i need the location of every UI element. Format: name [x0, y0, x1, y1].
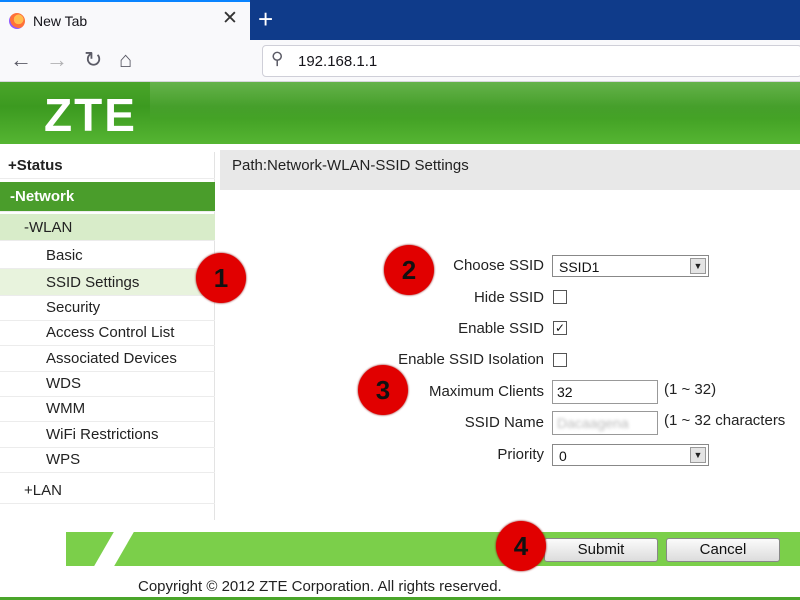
- hide-ssid-checkbox[interactable]: [553, 290, 567, 304]
- annotation-badge-4: 4: [496, 521, 546, 571]
- sidebar-item-associated-devices[interactable]: Associated Devices: [0, 345, 215, 372]
- choose-ssid-value: SSID1: [559, 259, 600, 275]
- search-icon: ⚲: [271, 49, 284, 68]
- browser-nav-bar: ← → ↻ ⌂ ⚲ 192.168.1.1: [0, 40, 800, 82]
- sidebar-item-network[interactable]: -Network: [0, 182, 215, 212]
- sidebar-item-security[interactable]: Security: [0, 294, 215, 321]
- sidebar-item-wmm[interactable]: WMM: [0, 395, 215, 422]
- priority-select[interactable]: 0 ▼: [552, 444, 709, 466]
- new-tab-icon[interactable]: +: [258, 4, 273, 34]
- max-clients-input[interactable]: 32: [552, 380, 658, 404]
- hide-ssid-label: Hide SSID: [473, 289, 544, 306]
- path-text: Path:Network-WLAN-SSID Settings: [232, 157, 469, 174]
- ssid-isolation-checkbox[interactable]: [553, 353, 567, 367]
- sidebar: +Status -Network -WLAN Basic SSID Settin…: [0, 152, 215, 520]
- annotation-badge-3: 3: [358, 365, 408, 415]
- close-tab-icon[interactable]: ✕: [222, 9, 238, 29]
- sidebar-item-ssid-settings[interactable]: SSID Settings: [0, 269, 215, 296]
- enable-ssid-checkbox[interactable]: ✓: [553, 321, 567, 335]
- footer-decoration: [94, 532, 134, 566]
- priority-label: Priority: [497, 446, 544, 463]
- cancel-button[interactable]: Cancel: [666, 538, 780, 562]
- max-clients-hint: (1 ~ 32): [664, 381, 717, 398]
- sidebar-item-wds[interactable]: WDS: [0, 370, 215, 397]
- browser-tab[interactable]: New Tab ✕: [0, 0, 250, 40]
- ssid-name-value: Dacaagena: [557, 415, 629, 431]
- annotation-badge-2: 2: [384, 245, 434, 295]
- dropdown-arrow-icon: ▼: [690, 447, 706, 463]
- reload-icon[interactable]: ↻: [84, 46, 102, 74]
- address-bar[interactable]: ⚲ 192.168.1.1: [262, 45, 800, 77]
- sidebar-item-wlan[interactable]: -WLAN: [0, 214, 215, 241]
- copyright-text: Copyright © 2012 ZTE Corporation. All ri…: [138, 578, 502, 595]
- browser-tab-bar: New Tab ✕ +: [0, 0, 800, 40]
- ssid-name-input[interactable]: Dacaagena: [552, 411, 658, 435]
- url-text: 192.168.1.1: [298, 53, 378, 70]
- choose-ssid-select[interactable]: SSID1 ▼: [552, 255, 709, 277]
- firefox-icon: [9, 13, 25, 29]
- priority-value: 0: [559, 448, 567, 464]
- router-header: ZTE: [0, 82, 800, 144]
- home-icon[interactable]: ⌂: [119, 46, 132, 74]
- dropdown-arrow-icon: ▼: [690, 258, 706, 274]
- header-decoration: [150, 82, 800, 144]
- sidebar-item-lan[interactable]: +LAN: [0, 477, 215, 504]
- submit-button[interactable]: Submit: [544, 538, 658, 562]
- ssid-name-label: SSID Name: [464, 414, 544, 431]
- zte-logo: ZTE: [44, 89, 137, 141]
- breadcrumb: Path:Network-WLAN-SSID Settings: [220, 150, 800, 190]
- enable-ssid-label: Enable SSID: [458, 320, 544, 337]
- forward-arrow-icon[interactable]: →: [46, 46, 68, 74]
- annotation-badge-1: 1: [196, 253, 246, 303]
- sidebar-item-access-control-list[interactable]: Access Control List: [0, 319, 215, 346]
- back-arrow-icon[interactable]: ←: [10, 46, 32, 74]
- sidebar-item-wps[interactable]: WPS: [0, 446, 215, 473]
- sidebar-item-status[interactable]: +Status: [0, 152, 215, 179]
- sidebar-item-basic[interactable]: Basic: [0, 242, 215, 269]
- tab-title: New Tab: [33, 13, 88, 29]
- ssid-isolation-label: Enable SSID Isolation: [398, 351, 544, 368]
- ssid-name-hint: (1 ~ 32 characters: [664, 412, 786, 429]
- sidebar-item-wifi-restrictions[interactable]: WiFi Restrictions: [0, 421, 215, 448]
